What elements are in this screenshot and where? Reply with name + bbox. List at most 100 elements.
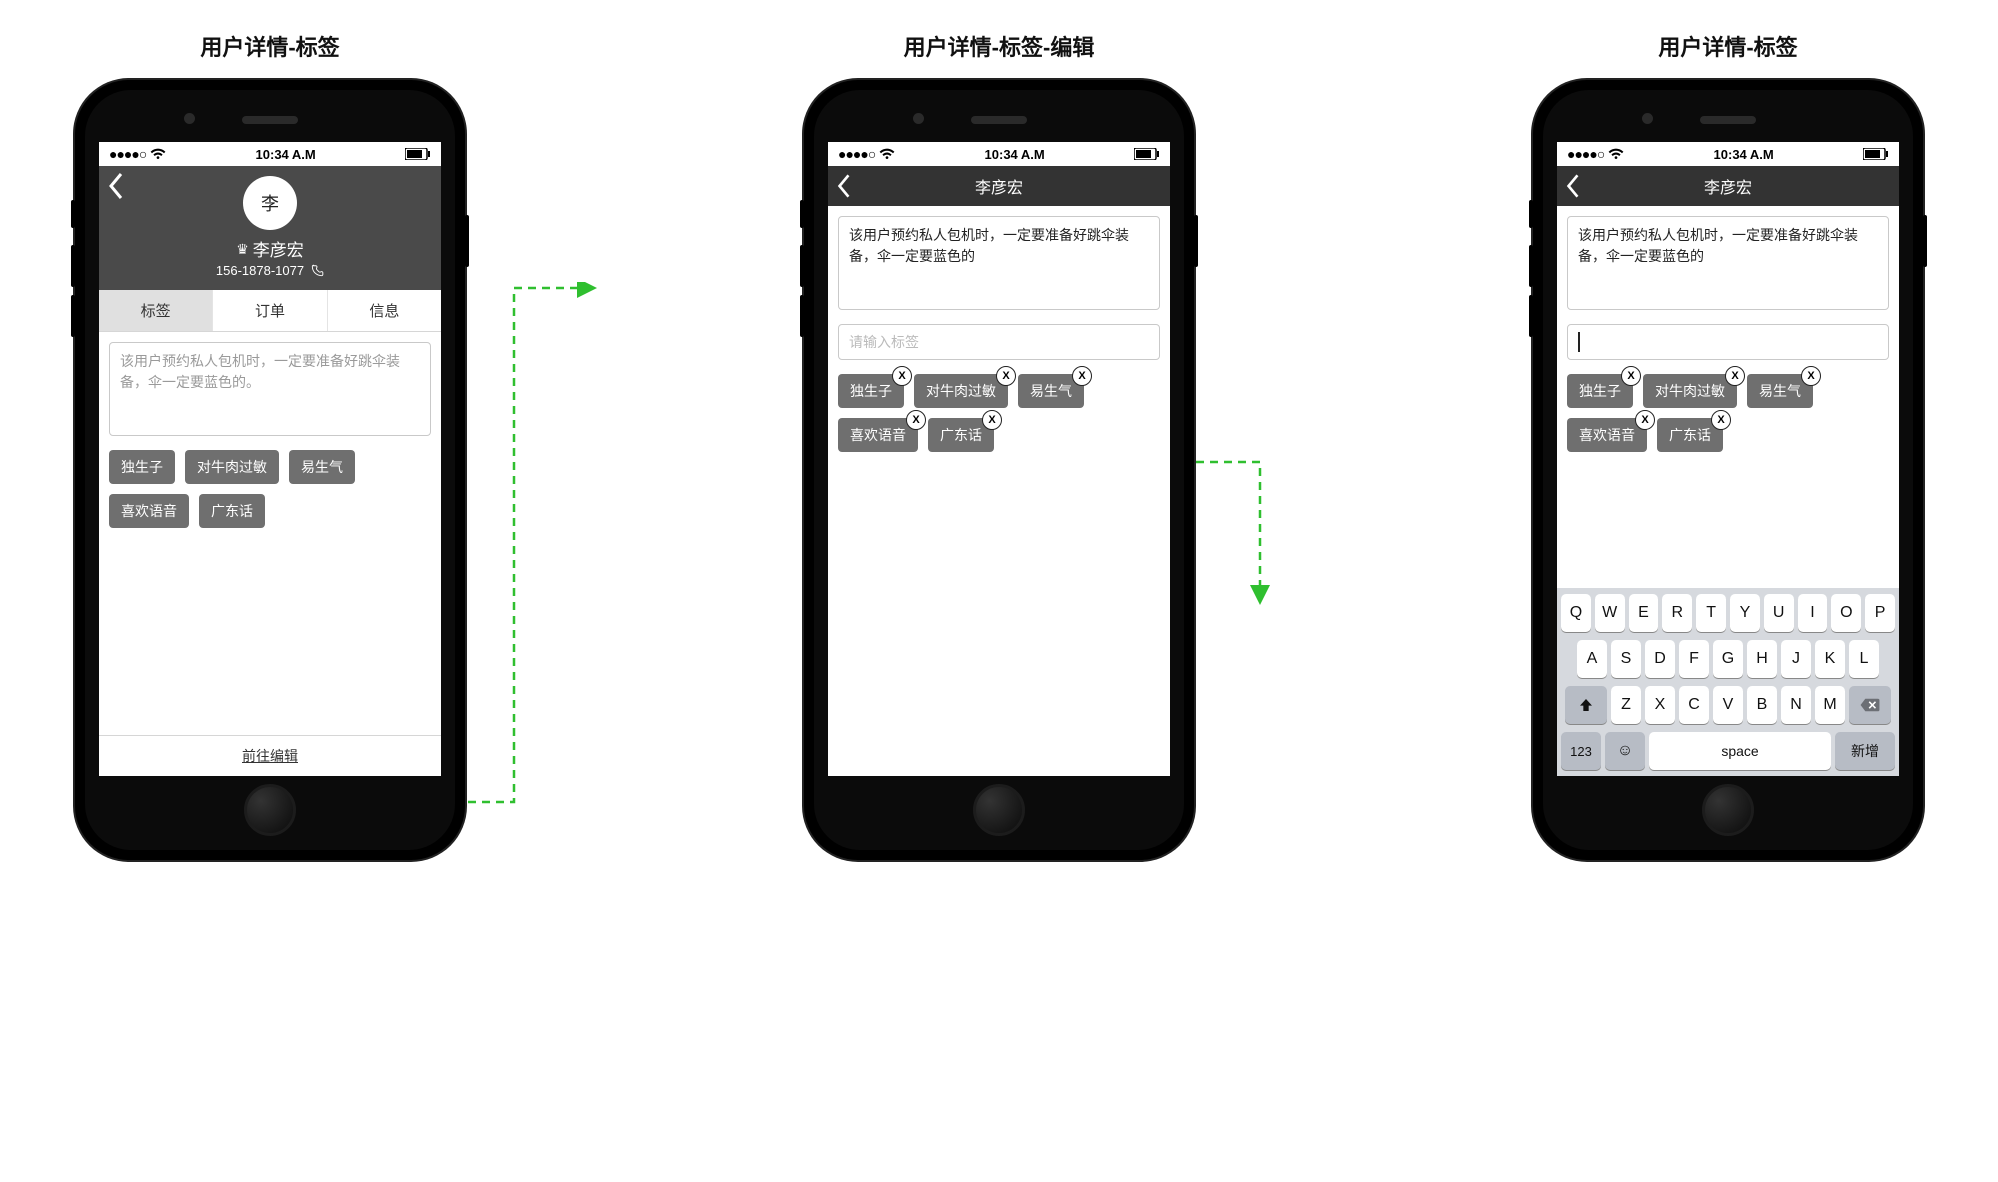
- tab-info[interactable]: 信息: [328, 290, 441, 331]
- tag-item[interactable]: 独生子X: [838, 374, 904, 408]
- key-z[interactable]: Z: [1611, 686, 1641, 724]
- tag-item[interactable]: 广东话X: [928, 418, 994, 452]
- note-box: 该用户预约私人包机时，一定要准备好跳伞装备，伞一定要蓝色的。: [109, 342, 431, 436]
- tag-delete-button[interactable]: X: [1725, 366, 1745, 386]
- key-b[interactable]: B: [1747, 686, 1777, 724]
- tag-item[interactable]: 易生气X: [1018, 374, 1084, 408]
- key-emoji[interactable]: ☺: [1605, 732, 1645, 770]
- tag-item[interactable]: 喜欢语音X: [1567, 418, 1647, 452]
- key-u[interactable]: U: [1764, 594, 1794, 632]
- emoji-icon: ☺: [1617, 742, 1633, 760]
- tag-item[interactable]: 喜欢语音X: [838, 418, 918, 452]
- key-c[interactable]: C: [1679, 686, 1709, 724]
- tags-list: 独生子 对牛肉过敏 易生气 喜欢语音 广东话: [109, 450, 431, 528]
- key-e[interactable]: E: [1629, 594, 1659, 632]
- key-backspace[interactable]: [1849, 686, 1891, 724]
- key-w[interactable]: W: [1595, 594, 1625, 632]
- key-s[interactable]: S: [1611, 640, 1641, 678]
- wifi-icon: [150, 148, 166, 160]
- tag-delete-button[interactable]: X: [1801, 366, 1821, 386]
- key-l[interactable]: L: [1849, 640, 1879, 678]
- tag-item[interactable]: 对牛肉过敏X: [914, 374, 1008, 408]
- nav-title: 李彦宏: [975, 174, 1023, 198]
- status-time: 10:34 A.M: [1714, 147, 1774, 162]
- key-p[interactable]: P: [1865, 594, 1895, 632]
- key-v[interactable]: V: [1713, 686, 1743, 724]
- caption-screen2: 用户详情-标签-编辑: [904, 30, 1095, 62]
- back-button[interactable]: [107, 172, 125, 200]
- tag-delete-button[interactable]: X: [1621, 366, 1641, 386]
- tag-delete-button[interactable]: X: [1635, 410, 1655, 430]
- tag-item[interactable]: 广东话X: [1657, 418, 1723, 452]
- key-shift[interactable]: [1565, 686, 1607, 724]
- key-o[interactable]: O: [1831, 594, 1861, 632]
- vip-diamond-icon: ♛: [236, 242, 249, 256]
- back-button[interactable]: [836, 173, 852, 199]
- tag-item[interactable]: 喜欢语音: [109, 494, 189, 528]
- tag-delete-button[interactable]: X: [996, 366, 1016, 386]
- key-j[interactable]: J: [1781, 640, 1811, 678]
- key-k[interactable]: K: [1815, 640, 1845, 678]
- key-d[interactable]: D: [1645, 640, 1675, 678]
- keyboard: Q W E R T Y U I O P A: [1557, 588, 1899, 776]
- key-h[interactable]: H: [1747, 640, 1777, 678]
- tag-delete-button[interactable]: X: [892, 366, 912, 386]
- key-a[interactable]: A: [1577, 640, 1607, 678]
- call-icon[interactable]: [310, 264, 324, 278]
- backspace-icon: [1859, 697, 1881, 713]
- tag-item[interactable]: 对牛肉过敏: [185, 450, 279, 484]
- caption-screen1: 用户详情-标签: [200, 30, 339, 62]
- key-g[interactable]: G: [1713, 640, 1743, 678]
- tag-input-placeholder: 请输入标签: [849, 332, 919, 352]
- status-time: 10:34 A.M: [985, 147, 1045, 162]
- tag-delete-button[interactable]: X: [1072, 366, 1092, 386]
- key-space[interactable]: space: [1649, 732, 1831, 770]
- text-cursor-icon: [1578, 332, 1580, 352]
- note-textarea[interactable]: 该用户预约私人包机时，一定要准备好跳伞装备，伞一定要蓝色的: [1567, 216, 1889, 310]
- tab-tags[interactable]: 标签: [99, 290, 213, 331]
- tag-item[interactable]: 独生子: [109, 450, 175, 484]
- note-textarea[interactable]: 该用户预约私人包机时，一定要准备好跳伞装备，伞一定要蓝色的: [838, 216, 1160, 310]
- tab-bar: 标签 订单 信息: [99, 290, 441, 332]
- key-enter[interactable]: 新增: [1835, 732, 1895, 770]
- phone-frame-2: ●●●●○ 10:34 A.M: [804, 80, 1194, 860]
- wifi-icon: [1608, 148, 1624, 160]
- signal-dots-icon: ●●●●○: [109, 146, 146, 162]
- tag-delete-button[interactable]: X: [1711, 410, 1731, 430]
- tag-input-focused[interactable]: [1567, 324, 1889, 360]
- nav-header: 李彦宏: [1557, 166, 1899, 206]
- key-x[interactable]: X: [1645, 686, 1675, 724]
- user-phone: 156-1878-1077: [216, 263, 304, 278]
- key-m[interactable]: M: [1815, 686, 1845, 724]
- key-q[interactable]: Q: [1561, 594, 1591, 632]
- key-i[interactable]: I: [1798, 594, 1828, 632]
- nav-title: 李彦宏: [1704, 174, 1752, 198]
- tag-item[interactable]: 广东话: [199, 494, 265, 528]
- key-f[interactable]: F: [1679, 640, 1709, 678]
- tab-orders[interactable]: 订单: [213, 290, 327, 331]
- battery-icon: [405, 148, 431, 160]
- go-edit-link[interactable]: 前往编辑: [99, 735, 441, 776]
- key-t[interactable]: T: [1696, 594, 1726, 632]
- home-button[interactable]: [973, 784, 1025, 836]
- key-r[interactable]: R: [1662, 594, 1692, 632]
- status-time: 10:34 A.M: [256, 147, 316, 162]
- key-n[interactable]: N: [1781, 686, 1811, 724]
- tag-delete-button[interactable]: X: [982, 410, 1002, 430]
- tag-item[interactable]: 独生子X: [1567, 374, 1633, 408]
- back-button[interactable]: [1565, 173, 1581, 199]
- key-123[interactable]: 123: [1561, 732, 1601, 770]
- tag-input[interactable]: 请输入标签: [838, 324, 1160, 360]
- phone-frame-1: ●●●●○ 10:34 A.M: [75, 80, 465, 860]
- tag-item[interactable]: 易生气X: [1747, 374, 1813, 408]
- user-name: 李彦宏: [253, 236, 304, 261]
- nav-header: 李彦宏: [828, 166, 1170, 206]
- tag-item[interactable]: 对牛肉过敏X: [1643, 374, 1737, 408]
- caption-screen3: 用户详情-标签: [1658, 30, 1797, 62]
- home-button[interactable]: [244, 784, 296, 836]
- status-bar: ●●●●○ 10:34 A.M: [828, 142, 1170, 166]
- home-button[interactable]: [1702, 784, 1754, 836]
- key-y[interactable]: Y: [1730, 594, 1760, 632]
- tag-delete-button[interactable]: X: [906, 410, 926, 430]
- tag-item[interactable]: 易生气: [289, 450, 355, 484]
